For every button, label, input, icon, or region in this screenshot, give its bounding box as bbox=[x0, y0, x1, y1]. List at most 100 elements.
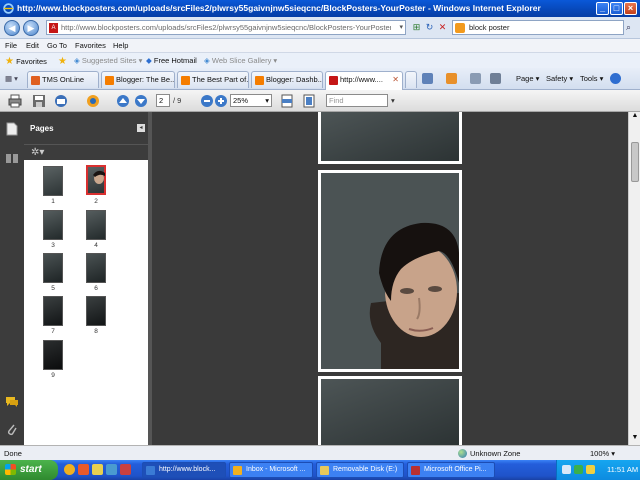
tab-tms-online[interactable]: TMS OnLine bbox=[27, 71, 99, 88]
page-thumbnail-9[interactable] bbox=[43, 340, 63, 370]
home-icon[interactable] bbox=[422, 73, 433, 84]
document-tools-icon[interactable] bbox=[86, 94, 100, 108]
page-thumbnail-3[interactable] bbox=[43, 210, 63, 240]
page-thumbnail-8[interactable] bbox=[86, 296, 106, 326]
fav-free-hotmail[interactable]: ◆ Free Hotmail bbox=[146, 56, 197, 65]
quick-launch-messenger-icon[interactable] bbox=[106, 464, 117, 475]
page-thumbnail-4[interactable] bbox=[86, 210, 106, 240]
taskbar-item-office-picture[interactable]: Microsoft Office Pi... bbox=[407, 462, 495, 478]
find-dropdown-icon[interactable]: ▾ bbox=[391, 96, 395, 105]
tools-menu-button[interactable]: Tools ▾ bbox=[580, 74, 603, 83]
refresh-icon[interactable]: ↻ bbox=[423, 21, 436, 34]
read-mail-icon[interactable] bbox=[470, 73, 481, 84]
options-gear-icon[interactable]: ✲▾ bbox=[31, 147, 44, 158]
zoom-in-icon[interactable] bbox=[214, 94, 228, 108]
tab-pdf-active[interactable]: http://www.... ✕ bbox=[325, 71, 403, 90]
pages-panel: Pages ◂ ✲▾ 1 2 3 4 5 6 7 8 9 bbox=[24, 112, 148, 445]
feeds-icon[interactable] bbox=[446, 73, 457, 84]
system-tray: 11:51 AM bbox=[556, 460, 640, 480]
add-favorite-icon[interactable]: ★ bbox=[58, 56, 67, 67]
stop-icon[interactable]: ✕ bbox=[436, 21, 449, 34]
taskbar-clock[interactable]: 11:51 AM bbox=[607, 465, 638, 474]
maximize-button[interactable]: □ bbox=[610, 2, 623, 15]
print-document-icon[interactable] bbox=[8, 94, 22, 108]
pdf-document-view[interactable] bbox=[152, 112, 628, 445]
taskbar-item-label: Removable Disk (E:) bbox=[333, 466, 398, 473]
previous-page-icon[interactable] bbox=[116, 94, 130, 108]
pages-panel-icon[interactable] bbox=[6, 122, 18, 136]
taskbar-item-removable-disk[interactable]: Removable Disk (E:) bbox=[316, 462, 404, 478]
quick-launch-firefox-icon[interactable] bbox=[78, 464, 89, 475]
favorites-button[interactable]: ★ Favorites bbox=[5, 56, 47, 67]
page-thumbnail-2[interactable] bbox=[86, 165, 106, 195]
help-icon[interactable] bbox=[610, 73, 621, 84]
menu-go-to[interactable]: Go To bbox=[47, 41, 67, 50]
taskbar-item-outlook[interactable]: Inbox - Microsoft ... bbox=[229, 462, 313, 478]
quick-launch-mail-icon[interactable] bbox=[92, 464, 103, 475]
tray-security-icon[interactable] bbox=[574, 465, 583, 474]
taskbar-outlook-icon bbox=[233, 466, 242, 475]
zoom-select[interactable]: 25% ▾ bbox=[230, 94, 272, 107]
minimize-button[interactable]: _ bbox=[596, 2, 609, 15]
address-field[interactable]: A http://www.blockposters.com/uploads/sr… bbox=[46, 20, 406, 35]
tab-blogger-the-be[interactable]: Blogger: The Be... bbox=[101, 71, 175, 88]
close-tab-icon[interactable]: ✕ bbox=[392, 75, 399, 84]
scrollbar-thumb[interactable] bbox=[631, 142, 639, 182]
page-thumbnail-1[interactable] bbox=[43, 166, 63, 196]
close-window-button[interactable]: × bbox=[624, 2, 637, 15]
menu-help[interactable]: Help bbox=[113, 41, 128, 50]
scroll-down-icon[interactable]: ▼ bbox=[629, 434, 640, 445]
blogger-favicon-icon bbox=[105, 76, 114, 85]
next-page-icon[interactable] bbox=[134, 94, 148, 108]
fit-page-icon[interactable] bbox=[302, 94, 316, 108]
window-title-bar[interactable]: http://www.blockposters.com/uploads/srcF… bbox=[0, 0, 640, 17]
quick-launch-ie-icon[interactable] bbox=[64, 464, 75, 475]
tray-network-icon[interactable] bbox=[562, 465, 571, 474]
quick-launch-media-icon[interactable] bbox=[120, 464, 131, 475]
collapse-panel-icon[interactable]: ◂ bbox=[137, 124, 145, 132]
search-field[interactable]: block poster bbox=[452, 20, 624, 35]
taskbar-folder-icon bbox=[320, 466, 329, 475]
vertical-scrollbar[interactable]: ▲ ▼ bbox=[628, 112, 640, 445]
tab-blogger-dashboard[interactable]: Blogger: Dashb... bbox=[251, 71, 323, 88]
zoom-level[interactable]: 100% ▾ bbox=[590, 449, 615, 458]
search-icon[interactable]: ⌕ bbox=[626, 22, 631, 33]
comments-icon[interactable] bbox=[5, 396, 19, 408]
print-icon[interactable] bbox=[490, 73, 501, 84]
menu-favorites[interactable]: Favorites bbox=[75, 41, 106, 50]
security-zone[interactable]: Unknown Zone bbox=[470, 449, 520, 458]
page-menu-button[interactable]: Page ▾ bbox=[516, 74, 539, 83]
taskbar-office-icon bbox=[411, 466, 420, 475]
compatibility-icon[interactable]: ⊞ bbox=[410, 21, 423, 34]
fav-suggested-sites[interactable]: ◈ Suggested Sites ▾ bbox=[74, 56, 142, 65]
tab-the-best-part[interactable]: The Best Part of... bbox=[177, 71, 249, 88]
taskbar-item-ie[interactable]: http://www.block... bbox=[142, 462, 226, 478]
fav-web-slice-gallery[interactable]: ◈ Web Slice Gallery ▾ bbox=[204, 56, 277, 65]
page-thumbnail-6[interactable] bbox=[86, 253, 106, 283]
quick-tabs-icon[interactable]: ▦ ▾ bbox=[5, 74, 18, 83]
forward-button[interactable]: ▶ bbox=[23, 20, 39, 36]
page-2-image bbox=[321, 173, 459, 369]
save-document-icon[interactable] bbox=[32, 94, 46, 108]
page-number-input[interactable]: 2 bbox=[156, 94, 170, 107]
attachments-icon[interactable] bbox=[6, 422, 18, 436]
search-input[interactable]: block poster bbox=[469, 23, 509, 32]
email-document-icon[interactable] bbox=[54, 94, 68, 108]
find-input[interactable]: Find bbox=[326, 94, 388, 107]
page-thumbnail-5[interactable] bbox=[43, 253, 63, 283]
thumbnail-number: 4 bbox=[94, 242, 98, 249]
start-button[interactable]: start bbox=[0, 460, 58, 480]
page-thumbnail-7[interactable] bbox=[43, 296, 63, 326]
new-tab-button[interactable] bbox=[405, 71, 417, 88]
menu-file[interactable]: File bbox=[5, 41, 17, 50]
zoom-out-icon[interactable] bbox=[200, 94, 214, 108]
zoom-dropdown-icon: ▾ bbox=[265, 96, 269, 105]
back-button[interactable]: ◀ bbox=[4, 20, 20, 36]
menu-edit[interactable]: Edit bbox=[26, 41, 39, 50]
safety-menu-button[interactable]: Safety ▾ bbox=[546, 74, 573, 83]
scroll-up-icon[interactable]: ▲ bbox=[629, 112, 640, 123]
tray-volume-icon[interactable] bbox=[586, 465, 595, 474]
bookmarks-icon[interactable] bbox=[5, 152, 19, 164]
fit-width-icon[interactable] bbox=[280, 94, 294, 108]
address-dropdown-icon[interactable]: ▾ bbox=[399, 23, 403, 31]
